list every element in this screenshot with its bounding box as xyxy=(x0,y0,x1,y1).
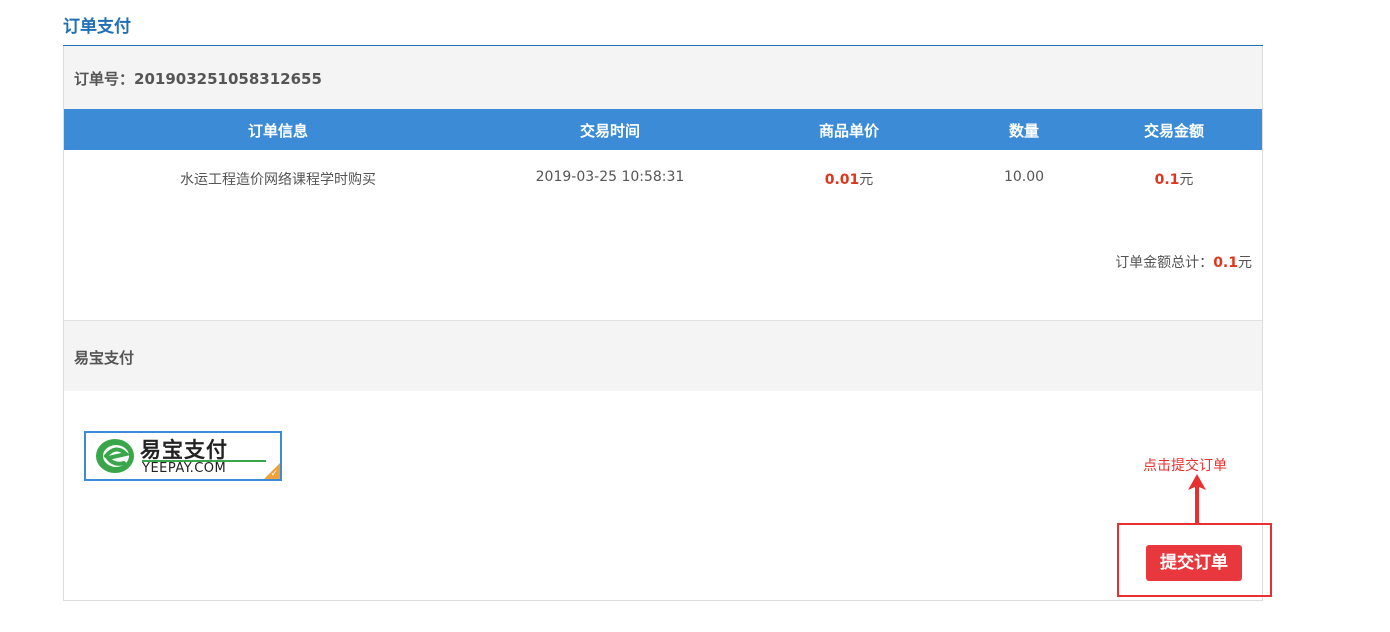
order-number-bar: 订单号：201903251058312655 xyxy=(64,46,1262,109)
payment-method-bar: 易宝支付 xyxy=(64,321,1262,391)
row-trade-amount: 0.1元 xyxy=(1114,169,1234,189)
yeepay-option[interactable]: 易宝支付 YEEPAY.COM ✓ xyxy=(84,431,282,481)
order-total-suffix: 元 xyxy=(1238,255,1252,271)
submit-order-button[interactable]: 提交订单 xyxy=(1146,545,1242,581)
yeepay-logo-icon xyxy=(96,439,134,473)
order-table-header: 订单信息 交易时间 商品单价 数量 交易金额 xyxy=(64,109,1262,150)
row-order-info: 水运工程造价网络课程学时购买 xyxy=(180,172,376,188)
order-number: 订单号：201903251058312655 xyxy=(74,68,322,89)
order-total: 订单金额总计：0.1元 xyxy=(1115,252,1252,272)
yeepay-logo-domain: YEEPAY.COM xyxy=(142,461,227,476)
annotation-text: 点击提交订单 xyxy=(1143,458,1227,474)
table-row: 水运工程造价网络课程学时购买 2019-03-25 10:58:31 0.01元… xyxy=(64,150,1262,200)
order-number-label: 订单号： xyxy=(74,70,135,88)
order-panel: 订单号：201903251058312655 订单信息 交易时间 商品单价 数量… xyxy=(63,46,1263,601)
row-quantity: 10.00 xyxy=(1003,169,1045,185)
check-icon: ✓ xyxy=(270,469,278,479)
row-trade-time: 2019-03-25 10:58:31 xyxy=(535,169,685,185)
order-total-value: 0.1 xyxy=(1213,255,1238,271)
arrow-up-icon xyxy=(1188,474,1206,524)
order-total-label: 订单金额总计： xyxy=(1115,255,1214,271)
header-unit-price: 商品单价 xyxy=(818,122,879,140)
amount-value: 0.1 xyxy=(1154,172,1180,188)
order-number-value: 201903251058312655 xyxy=(134,70,322,88)
row-unit-price: 0.01元 xyxy=(784,169,914,189)
header-quantity: 数量 xyxy=(1008,122,1039,140)
header-trade-time: 交易时间 xyxy=(579,122,640,140)
unit-price-value: 0.01 xyxy=(824,172,860,188)
amount-suffix: 元 xyxy=(1179,172,1194,188)
payment-method-title: 易宝支付 xyxy=(74,349,135,367)
header-trade-amount: 交易金额 xyxy=(1143,122,1204,140)
page-title: 订单支付 xyxy=(63,17,131,37)
unit-price-suffix: 元 xyxy=(859,172,874,188)
header-order-info: 订单信息 xyxy=(247,122,308,140)
